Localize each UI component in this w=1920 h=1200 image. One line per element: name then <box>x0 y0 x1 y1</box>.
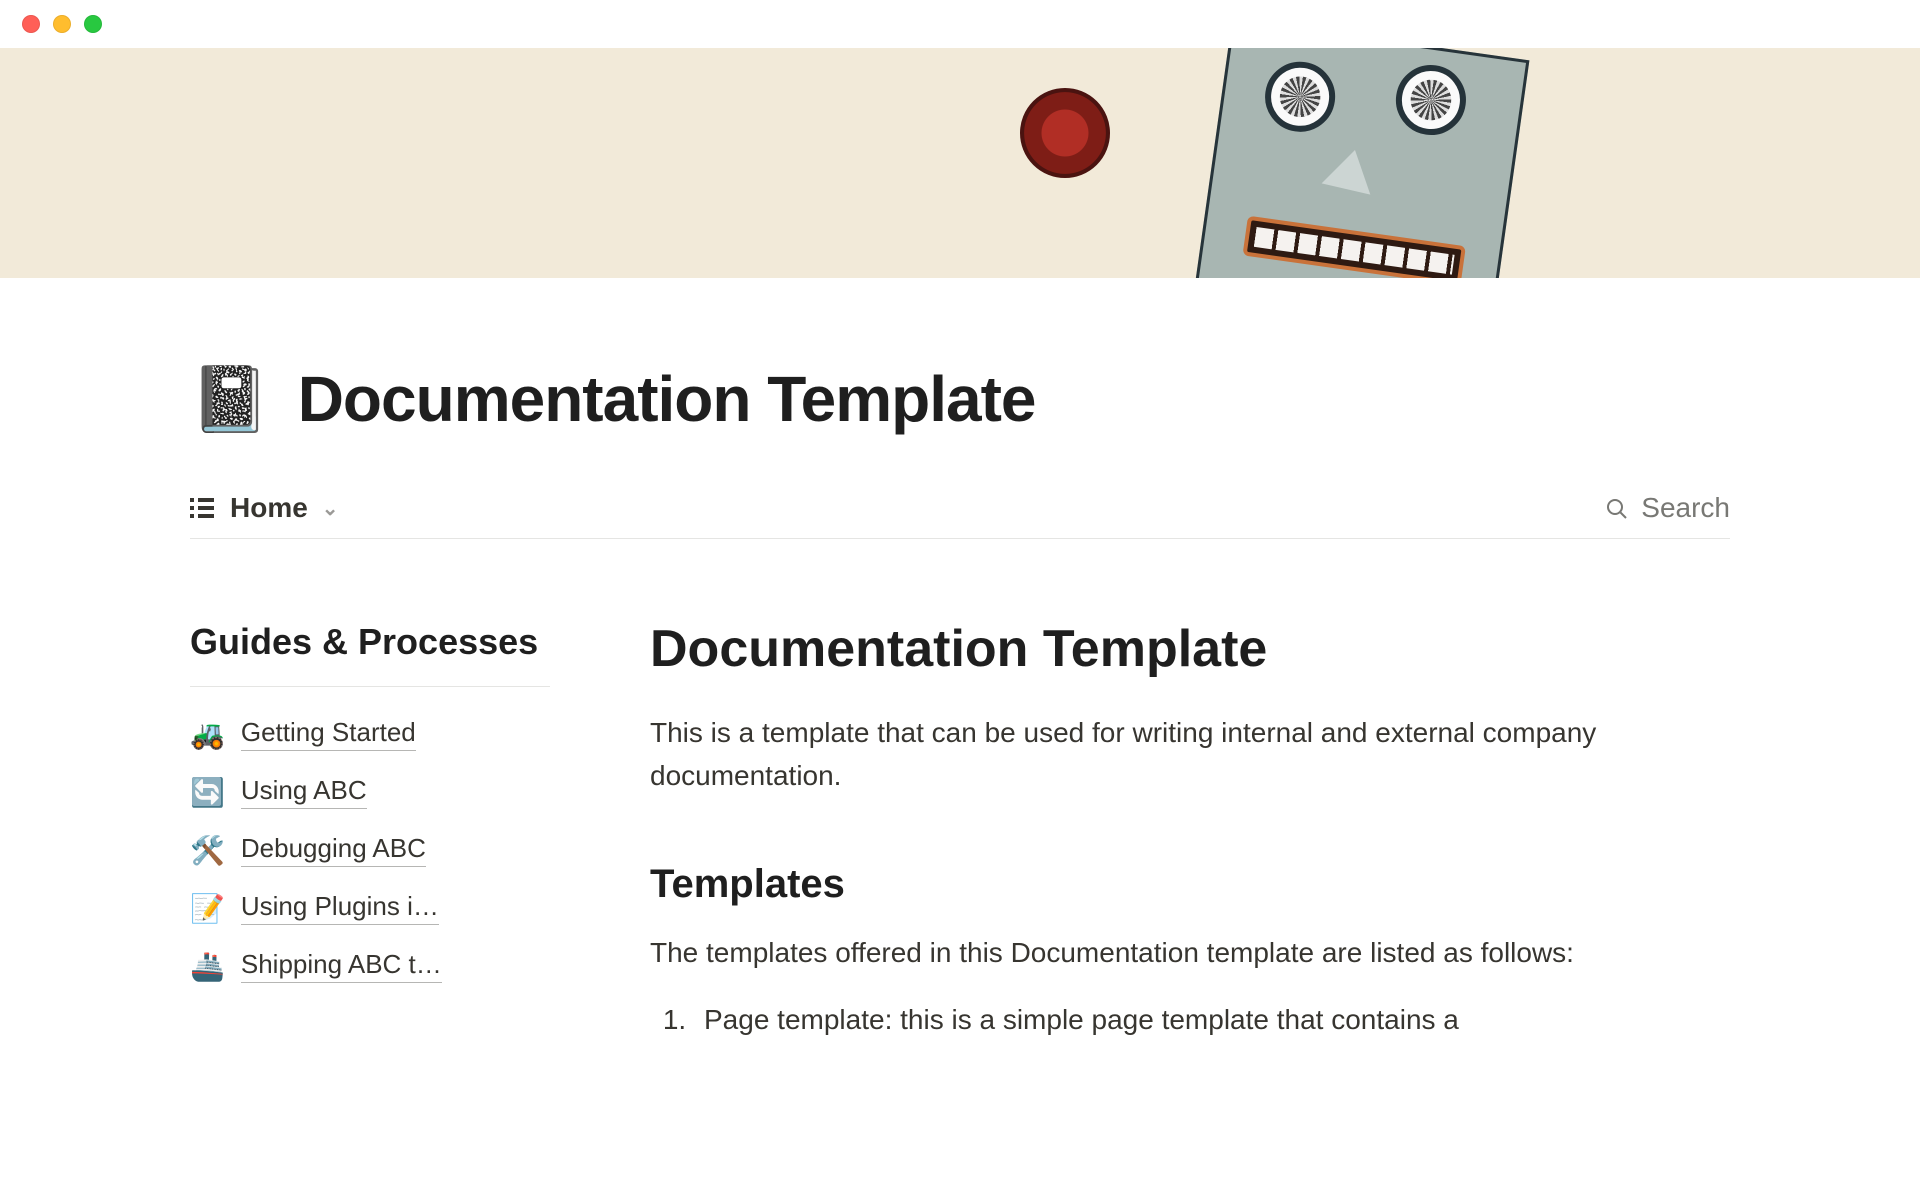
content-section-heading: Templates <box>650 862 1630 907</box>
chevron-down-icon[interactable]: ⌄ <box>322 496 339 521</box>
list-icon <box>190 495 216 521</box>
view-tab-label: Home <box>230 492 308 524</box>
tractor-icon: 🚜 <box>190 718 225 751</box>
templates-list: Page template: this is a simple page tem… <box>650 998 1630 1041</box>
search-icon <box>1605 496 1629 520</box>
sidebar-item-label: Debugging ABC <box>241 833 426 867</box>
sidebar-item-using-plugins[interactable]: 📝 Using Plugins i… <box>190 879 550 937</box>
traffic-light-minimize-icon[interactable] <box>53 15 71 33</box>
sidebar-item-using-abc[interactable]: 🔄 Using ABC <box>190 763 550 821</box>
divider <box>190 686 550 687</box>
templates-list-item: Page template: this is a simple page tem… <box>694 998 1630 1041</box>
memo-icon: 📝 <box>190 892 225 925</box>
page-header: 📓 Documentation Template <box>190 362 1730 436</box>
view-tab-home[interactable]: Home ⌄ <box>190 492 339 524</box>
cover-image[interactable] <box>0 48 1920 278</box>
sidebar-item-label: Using ABC <box>241 775 367 809</box>
sidebar-item-label: Shipping ABC t… <box>241 949 442 983</box>
view-tab-bar: Home ⌄ Search <box>190 492 1730 539</box>
sidebar-item-label: Getting Started <box>241 717 416 751</box>
page-icon[interactable]: 📓 <box>190 367 270 431</box>
sidebar: Guides & Processes 🚜 Getting Started 🔄 U… <box>190 619 550 1042</box>
search-label: Search <box>1641 492 1730 524</box>
tools-icon: 🛠️ <box>190 834 225 867</box>
sidebar-heading: Guides & Processes <box>190 619 550 664</box>
main-content: Documentation Template This is a templat… <box>650 619 1630 1042</box>
traffic-light-close-icon[interactable] <box>22 15 40 33</box>
traffic-light-zoom-icon[interactable] <box>84 15 102 33</box>
page-title[interactable]: Documentation Template <box>298 362 1036 436</box>
refresh-icon: 🔄 <box>190 776 225 809</box>
content-heading: Documentation Template <box>650 619 1630 679</box>
sidebar-item-label: Using Plugins i… <box>241 891 439 925</box>
content-section-body: The templates offered in this Documentat… <box>650 931 1630 974</box>
sidebar-list: 🚜 Getting Started 🔄 Using ABC 🛠️ Debuggi… <box>190 705 550 995</box>
content-lead: This is a template that can be used for … <box>650 711 1630 798</box>
sidebar-item-debugging-abc[interactable]: 🛠️ Debugging ABC <box>190 821 550 879</box>
search-button[interactable]: Search <box>1605 492 1730 524</box>
cover-illustration-robot <box>1100 48 1580 278</box>
window-titlebar <box>0 0 1920 48</box>
sidebar-item-shipping-abc[interactable]: 🚢 Shipping ABC t… <box>190 937 550 995</box>
ship-icon: 🚢 <box>190 950 225 983</box>
sidebar-item-getting-started[interactable]: 🚜 Getting Started <box>190 705 550 763</box>
